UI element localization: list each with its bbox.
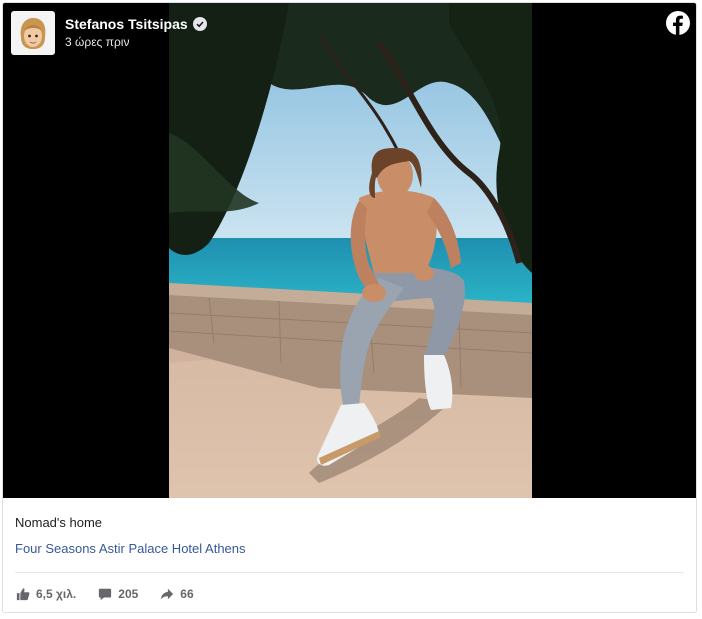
author-name[interactable]: Stefanos Tsitsipas xyxy=(65,16,188,32)
author-block: Stefanos Tsitsipas 3 ώρες πριν xyxy=(65,16,207,49)
facebook-icon[interactable] xyxy=(666,11,690,35)
engagement-stats: 6,5 χιλ. 205 66 xyxy=(16,587,216,601)
post-body: Nomad's home Four Seasons Astir Palace H… xyxy=(3,498,696,612)
photo-illustration xyxy=(169,3,532,498)
like-count: 6,5 χιλ. xyxy=(36,587,77,601)
comment-stat[interactable]: 205 xyxy=(98,587,138,601)
like-stat[interactable]: 6,5 χιλ. xyxy=(16,587,76,601)
avatar-memoji-icon xyxy=(13,13,53,53)
divider xyxy=(15,572,684,573)
share-count: 66 xyxy=(180,587,194,601)
post-location-link[interactable]: Four Seasons Astir Palace Hotel Athens xyxy=(15,541,246,556)
comment-bubble-icon xyxy=(99,588,112,601)
share-arrow-icon xyxy=(161,588,174,600)
post-timestamp[interactable]: 3 ώρες πριν xyxy=(65,35,207,49)
comment-count: 205 xyxy=(118,587,139,601)
thumbs-up-icon xyxy=(16,588,30,601)
facebook-post-embed: Stefanos Tsitsipas 3 ώρες πριν Nomad's h… xyxy=(2,2,697,613)
share-stat[interactable]: 66 xyxy=(160,587,194,601)
post-caption: Nomad's home xyxy=(15,515,103,530)
avatar[interactable] xyxy=(11,11,55,55)
verified-badge-icon xyxy=(192,17,207,31)
post-header: Stefanos Tsitsipas 3 ώρες πριν xyxy=(11,11,207,57)
post-photo[interactable] xyxy=(169,3,532,498)
post-media[interactable]: Stefanos Tsitsipas 3 ώρες πριν xyxy=(3,3,696,498)
